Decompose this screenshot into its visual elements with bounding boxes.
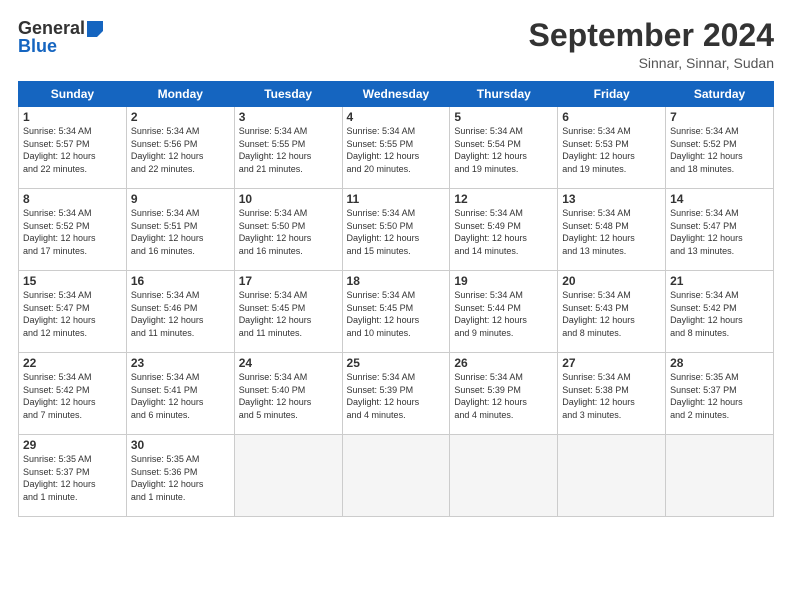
- day-4: 4 Sunrise: 5:34 AMSunset: 5:55 PMDayligh…: [342, 107, 450, 189]
- day-18: 18 Sunrise: 5:34 AMSunset: 5:45 PMDaylig…: [342, 271, 450, 353]
- week-5: 29 Sunrise: 5:35 AMSunset: 5:37 PMDaylig…: [19, 435, 774, 517]
- logo: General Blue: [18, 18, 103, 57]
- calendar-header-row: Sunday Monday Tuesday Wednesday Thursday…: [19, 82, 774, 107]
- day-17: 17 Sunrise: 5:34 AMSunset: 5:45 PMDaylig…: [234, 271, 342, 353]
- week-3: 15 Sunrise: 5:34 AMSunset: 5:47 PMDaylig…: [19, 271, 774, 353]
- day-6: 6 Sunrise: 5:34 AMSunset: 5:53 PMDayligh…: [558, 107, 666, 189]
- day-30: 30 Sunrise: 5:35 AMSunset: 5:36 PMDaylig…: [126, 435, 234, 517]
- day-9: 9 Sunrise: 5:34 AMSunset: 5:51 PMDayligh…: [126, 189, 234, 271]
- day-24: 24 Sunrise: 5:34 AMSunset: 5:40 PMDaylig…: [234, 353, 342, 435]
- day-13: 13 Sunrise: 5:34 AMSunset: 5:48 PMDaylig…: [558, 189, 666, 271]
- col-tuesday: Tuesday: [234, 82, 342, 107]
- day-28: 28 Sunrise: 5:35 AMSunset: 5:37 PMDaylig…: [666, 353, 774, 435]
- day-27: 27 Sunrise: 5:34 AMSunset: 5:38 PMDaylig…: [558, 353, 666, 435]
- col-sunday: Sunday: [19, 82, 127, 107]
- day-12: 12 Sunrise: 5:34 AMSunset: 5:49 PMDaylig…: [450, 189, 558, 271]
- week-2: 8 Sunrise: 5:34 AMSunset: 5:52 PMDayligh…: [19, 189, 774, 271]
- title-block: September 2024 Sinnar, Sinnar, Sudan: [529, 18, 774, 71]
- day-19: 19 Sunrise: 5:34 AMSunset: 5:44 PMDaylig…: [450, 271, 558, 353]
- location: Sinnar, Sinnar, Sudan: [529, 55, 774, 71]
- day-8: 8 Sunrise: 5:34 AMSunset: 5:52 PMDayligh…: [19, 189, 127, 271]
- calendar-table: Sunday Monday Tuesday Wednesday Thursday…: [18, 81, 774, 517]
- day-2: 2 Sunrise: 5:34 AMSunset: 5:56 PMDayligh…: [126, 107, 234, 189]
- col-saturday: Saturday: [666, 82, 774, 107]
- col-monday: Monday: [126, 82, 234, 107]
- header: General Blue September 2024 Sinnar, Sinn…: [18, 18, 774, 71]
- month-title: September 2024: [529, 18, 774, 53]
- day-3: 3 Sunrise: 5:34 AMSunset: 5:55 PMDayligh…: [234, 107, 342, 189]
- col-thursday: Thursday: [450, 82, 558, 107]
- logo-blue-text: Blue: [18, 36, 57, 57]
- day-25: 25 Sunrise: 5:34 AMSunset: 5:39 PMDaylig…: [342, 353, 450, 435]
- day-empty-3: [450, 435, 558, 517]
- col-wednesday: Wednesday: [342, 82, 450, 107]
- day-23: 23 Sunrise: 5:34 AMSunset: 5:41 PMDaylig…: [126, 353, 234, 435]
- day-29: 29 Sunrise: 5:35 AMSunset: 5:37 PMDaylig…: [19, 435, 127, 517]
- day-26: 26 Sunrise: 5:34 AMSunset: 5:39 PMDaylig…: [450, 353, 558, 435]
- day-empty-2: [342, 435, 450, 517]
- day-empty-4: [558, 435, 666, 517]
- page: General Blue September 2024 Sinnar, Sinn…: [0, 0, 792, 612]
- day-10: 10 Sunrise: 5:34 AMSunset: 5:50 PMDaylig…: [234, 189, 342, 271]
- day-empty-1: [234, 435, 342, 517]
- logo-icon: [87, 21, 103, 37]
- day-16: 16 Sunrise: 5:34 AMSunset: 5:46 PMDaylig…: [126, 271, 234, 353]
- day-20: 20 Sunrise: 5:34 AMSunset: 5:43 PMDaylig…: [558, 271, 666, 353]
- week-1: 1 Sunrise: 5:34 AMSunset: 5:57 PMDayligh…: [19, 107, 774, 189]
- day-21: 21 Sunrise: 5:34 AMSunset: 5:42 PMDaylig…: [666, 271, 774, 353]
- day-empty-5: [666, 435, 774, 517]
- day-15: 15 Sunrise: 5:34 AMSunset: 5:47 PMDaylig…: [19, 271, 127, 353]
- col-friday: Friday: [558, 82, 666, 107]
- day-5: 5 Sunrise: 5:34 AMSunset: 5:54 PMDayligh…: [450, 107, 558, 189]
- day-1: 1 Sunrise: 5:34 AMSunset: 5:57 PMDayligh…: [19, 107, 127, 189]
- day-22: 22 Sunrise: 5:34 AMSunset: 5:42 PMDaylig…: [19, 353, 127, 435]
- day-14: 14 Sunrise: 5:34 AMSunset: 5:47 PMDaylig…: [666, 189, 774, 271]
- week-4: 22 Sunrise: 5:34 AMSunset: 5:42 PMDaylig…: [19, 353, 774, 435]
- day-11: 11 Sunrise: 5:34 AMSunset: 5:50 PMDaylig…: [342, 189, 450, 271]
- day-7: 7 Sunrise: 5:34 AMSunset: 5:52 PMDayligh…: [666, 107, 774, 189]
